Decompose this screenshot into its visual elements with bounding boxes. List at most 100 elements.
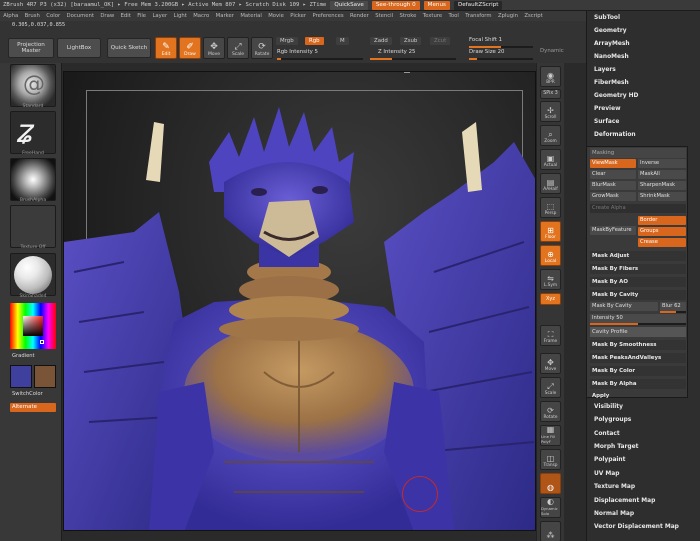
inverse-button[interactable]: Inverse <box>638 159 686 168</box>
persp-button[interactable]: ⬚ Persp <box>540 197 561 218</box>
ghost-button[interactable]: ◍ <box>540 473 561 494</box>
contact-menu[interactable]: Contact <box>594 431 620 437</box>
menu-item[interactable]: Preferences <box>309 13 347 19</box>
shrink-mask-button[interactable]: ShrinkMask <box>638 192 686 201</box>
mask-by-feature-button[interactable]: MaskByFeature <box>590 226 636 235</box>
zcut-toggle[interactable]: Zcut <box>430 37 451 45</box>
xyz-button[interactable]: Xyz <box>540 293 561 305</box>
move-button[interactable]: ✥ Move <box>203 37 225 59</box>
sharpen-mask-button[interactable]: SharpenMask <box>638 181 686 190</box>
mask-adjust-menu[interactable]: Mask Adjust <box>590 251 686 261</box>
grow-mask-button[interactable]: GrowMask <box>590 192 636 201</box>
mask-all-button[interactable]: MaskAll <box>638 170 686 179</box>
menu-item[interactable]: Macro <box>190 13 212 19</box>
menu-item[interactable]: Light <box>170 13 190 19</box>
lightbox-button[interactable]: LightBox <box>57 38 101 58</box>
mask-by-alpha-menu[interactable]: Mask By Alpha <box>590 379 686 389</box>
color-picker[interactable] <box>10 303 56 349</box>
spix-slider[interactable]: SPix 3 <box>540 89 561 99</box>
preview-menu[interactable]: Preview <box>594 106 621 112</box>
layers-menu[interactable]: Layers <box>594 67 616 73</box>
quicksave-button[interactable]: QuickSave <box>330 0 368 10</box>
focal-shift-slider[interactable] <box>469 46 533 48</box>
nanomesh-menu[interactable]: NanoMesh <box>594 54 629 60</box>
border-toggle[interactable]: Border <box>638 216 686 225</box>
scroll-button[interactable]: ✢ Scroll <box>540 101 561 122</box>
menu-item[interactable]: Tool <box>445 13 462 19</box>
draw-button[interactable]: ✐ Draw <box>179 37 201 59</box>
mask-by-cavity-button[interactable]: Mask By Cavity <box>590 302 658 311</box>
secondary-color-swatch[interactable] <box>34 365 56 388</box>
menu-item[interactable]: Brush <box>21 13 43 19</box>
texture-map-menu[interactable]: Texture Map <box>594 484 635 490</box>
geometry-menu[interactable]: Geometry <box>594 28 627 34</box>
dynamic-button[interactable]: Dynamic <box>540 48 564 54</box>
crease-toggle[interactable]: Crease <box>638 238 686 247</box>
polygroups-menu[interactable]: Polygroups <box>594 417 631 423</box>
menu-item[interactable]: Movie <box>265 13 287 19</box>
mask-by-ao-menu[interactable]: Mask By AO <box>590 277 686 287</box>
fibermesh-menu[interactable]: FiberMesh <box>594 80 629 86</box>
create-alpha-button[interactable]: Create Alpha <box>590 204 686 213</box>
menu-item[interactable]: Material <box>237 13 265 19</box>
floor-button[interactable]: ⊞ Floor <box>540 221 561 242</box>
menu-item[interactable]: Edit <box>117 13 134 19</box>
polypaint-menu[interactable]: Polypaint <box>594 457 625 463</box>
rotate-view-button[interactable]: ⟳ Rotate <box>540 401 561 422</box>
local-button[interactable]: ⊕ Local <box>540 245 561 266</box>
lsym-button[interactable]: ⇋ L.Sym <box>540 269 561 290</box>
menu-item[interactable]: Color <box>43 13 63 19</box>
color-saturation-box[interactable] <box>23 316 44 344</box>
morph-target-menu[interactable]: Morph Target <box>594 444 638 450</box>
stroke-selector[interactable]: ʑ <box>10 111 56 154</box>
displacement-map-menu[interactable]: Displacement Map <box>594 498 655 504</box>
surface-menu[interactable]: Surface <box>594 119 619 125</box>
view-mask-button[interactable]: ViewMask <box>590 159 636 168</box>
quick-sketch-button[interactable]: Quick Sketch <box>107 38 151 58</box>
menu-item[interactable]: Stroke <box>396 13 419 19</box>
alpha-selector[interactable] <box>10 158 56 201</box>
blur-slider-track[interactable] <box>660 311 686 313</box>
mask-peaks-valleys-menu[interactable]: Mask PeaksAndValleys <box>590 353 686 363</box>
intensity-slider-track[interactable] <box>590 323 686 325</box>
uv-map-menu[interactable]: UV Map <box>594 471 619 477</box>
main-color-swatch[interactable] <box>10 365 32 388</box>
menus-toggle[interactable]: Menus <box>423 0 450 10</box>
menu-item[interactable]: File <box>134 13 149 19</box>
cavity-profile-button[interactable]: Cavity Profile <box>590 327 686 337</box>
switch-color-button[interactable]: SwitchColor <box>12 391 43 397</box>
groups-toggle[interactable]: Groups <box>638 227 686 236</box>
menu-item[interactable]: Draw <box>97 13 117 19</box>
masking-header[interactable]: Masking <box>590 148 686 158</box>
menu-item[interactable]: Transform <box>462 13 495 19</box>
apply-button[interactable]: Apply <box>590 391 686 401</box>
draw-size-slider[interactable] <box>469 58 533 60</box>
bpr-button[interactable]: ◉ BPR <box>540 66 561 87</box>
menu-item[interactable]: Picker <box>287 13 309 19</box>
alternate-button[interactable]: Alternate <box>10 403 56 412</box>
edit-button[interactable]: ✎ Edit <box>155 37 177 59</box>
intensity-slider[interactable]: Intensity 50 <box>590 314 686 323</box>
z-intensity-slider[interactable] <box>370 58 456 60</box>
geometry-hd-menu[interactable]: Geometry HD <box>594 93 638 99</box>
transp-button[interactable]: ◫ Transp <box>540 449 561 470</box>
blur-mask-button[interactable]: BlurMask <box>590 181 636 190</box>
zoom-button[interactable]: ⌕ Zoom <box>540 125 561 146</box>
move-view-button[interactable]: ✥ Move <box>540 353 561 374</box>
deformation-menu[interactable]: Deformation <box>594 132 636 138</box>
texture-selector[interactable] <box>10 205 56 248</box>
projection-master-button[interactable]: Projection Master <box>8 38 54 58</box>
document-canvas[interactable] <box>63 71 536 531</box>
vector-displacement-map-menu[interactable]: Vector Displacement Map <box>594 524 679 530</box>
zsub-toggle[interactable]: Zsub <box>400 37 422 45</box>
clear-mask-button[interactable]: Clear <box>590 170 636 179</box>
menu-item[interactable]: Texture <box>420 13 446 19</box>
visibility-menu[interactable]: Visibility <box>594 404 623 410</box>
default-zscript-button[interactable]: DefaultZScript <box>453 0 503 10</box>
menu-item[interactable]: Stencil <box>372 13 396 19</box>
arraymesh-menu[interactable]: ArrayMesh <box>594 41 630 47</box>
rgb-intensity-slider[interactable] <box>277 58 363 60</box>
linefill-button[interactable]: ▦ Line Fill PolyF <box>540 425 561 446</box>
mask-by-fibers-menu[interactable]: Mask By Fibers <box>590 264 686 274</box>
xpose-button[interactable]: ⁂ <box>540 521 561 541</box>
